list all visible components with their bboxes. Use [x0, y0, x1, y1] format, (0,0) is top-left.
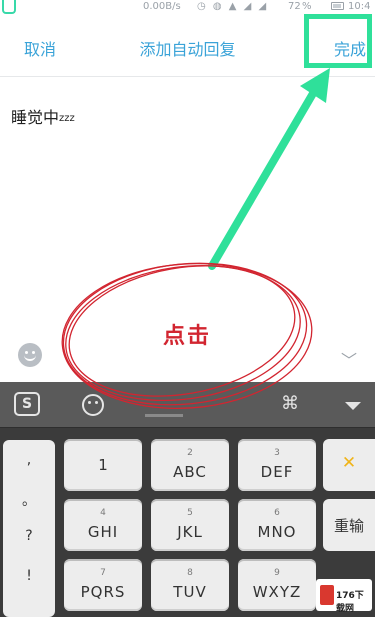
command-icon[interactable]: ⌘ [281, 393, 299, 414]
watermark-logo-icon [320, 585, 334, 605]
watermark: 176下载网 [316, 579, 372, 614]
cursor-icon[interactable] [145, 414, 183, 417]
status-time: 10:4 [348, 1, 371, 12]
key-9-wxyz[interactable]: 9 WXYZ [238, 559, 316, 611]
delete-button[interactable]: ✕ [323, 439, 375, 491]
network-speed: 0.00B/s [143, 1, 181, 12]
key-4-ghi[interactable]: 4 GHI [64, 499, 142, 551]
key-6-mno[interactable]: 6 MNO [238, 499, 316, 551]
key-3-def[interactable]: 3 DEF [238, 439, 316, 491]
key-8-tuv[interactable]: 8 TUV [151, 559, 229, 611]
punctuation-column[interactable]: , 。 ? ! [3, 440, 55, 617]
status-left-marker [2, 0, 16, 14]
done-highlight-box [304, 14, 372, 68]
punct-exclaim[interactable]: ! [3, 568, 55, 584]
emoji-icon[interactable] [18, 343, 42, 367]
punct-period[interactable]: 。 [3, 490, 55, 510]
punct-question[interactable]: ? [3, 528, 55, 544]
keyboard-emoji-icon[interactable] [82, 394, 104, 416]
key-1[interactable]: 1 [64, 439, 142, 491]
title-bar: 取消 添加自动回复 完成 [0, 14, 375, 76]
delete-icon: ✕ [341, 453, 357, 473]
punct-comma[interactable]: , [3, 452, 55, 468]
key-2-abc[interactable]: 2 ABC [151, 439, 229, 491]
watermark-text: 176下载网 [336, 591, 364, 614]
key-7-pqrs[interactable]: 7 PQRS [64, 559, 142, 611]
key-5-jkl[interactable]: 5 JKL [151, 499, 229, 551]
sogou-logo-icon[interactable]: S [14, 392, 40, 416]
keyboard-hide-icon[interactable] [345, 402, 361, 410]
reply-text: 睡觉中zzz [11, 104, 75, 128]
annotation-label: 点击 [163, 324, 212, 349]
battery-icon [331, 2, 344, 10]
reply-text-main: 睡觉中 [11, 108, 60, 127]
reenter-button[interactable]: 重输 [323, 499, 375, 551]
status-bar: 0.00B/s ◷ ◍ ▲ ◢ ◢ 72 % 10:4 [0, 0, 375, 14]
battery-percent: 72 [288, 1, 301, 12]
status-icons: ◷ ◍ ▲ ◢ ◢ [197, 1, 269, 12]
chevron-down-icon[interactable]: ﹀ [341, 347, 357, 371]
keyboard-toolbar: S ⌘ [0, 382, 375, 428]
reply-text-suffix: zzz [59, 113, 75, 124]
